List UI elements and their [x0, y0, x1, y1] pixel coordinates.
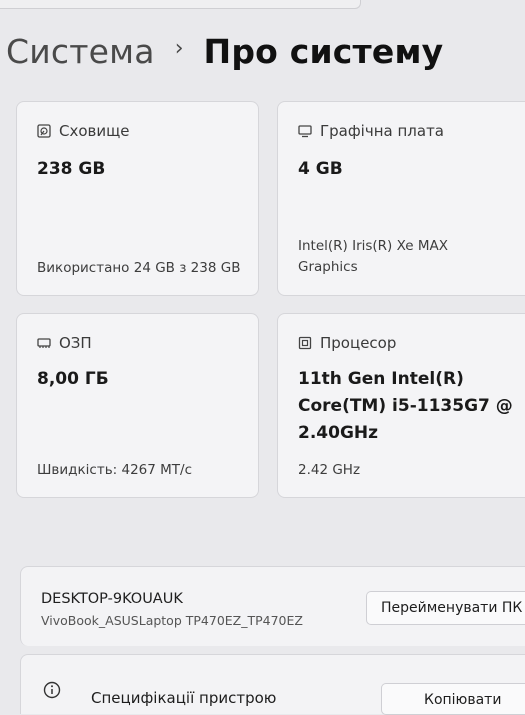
- device-name-row: DESKTOP-9KOUAUK VivoBook_ASUSLaptop TP47…: [20, 566, 525, 646]
- ram-total-value: 8,00 ГБ: [37, 369, 109, 389]
- ram-speed-text: Швидкість: 4267 MT/c: [37, 462, 192, 478]
- processor-card-header: Процесор: [298, 334, 396, 352]
- ram-card: ОЗП 8,00 ГБ Швидкість: 4267 MT/c: [16, 313, 259, 498]
- storage-card: Сховище 238 GB Використано 24 GB з 238 G…: [16, 101, 259, 296]
- rename-pc-button[interactable]: Перейменувати ПК: [366, 591, 525, 625]
- processor-card-title: Процесор: [320, 334, 397, 352]
- processor-speed-text: 2.42 GHz: [298, 462, 361, 478]
- graphics-card: Графічна плата 4 GB Intel(R) Iris(R) Xe …: [277, 101, 525, 296]
- previous-panel-edge: [0, 0, 361, 9]
- storage-icon: [37, 124, 51, 138]
- breadcrumb: Система › Про систему: [6, 32, 443, 71]
- device-name: DESKTOP-9KOUAUK: [41, 591, 183, 607]
- device-specs-label: Специфікації пристрою: [91, 689, 277, 707]
- processor-name-line1: 11th Gen Intel(R): [298, 369, 464, 389]
- memory-icon: [37, 338, 51, 348]
- graphics-model-line2: Graphics: [298, 259, 358, 275]
- graphics-memory-value: 4 GB: [298, 159, 343, 179]
- processor-name-line3: 2.40GHz: [298, 423, 379, 443]
- device-model: VivoBook_ASUSLaptop TP470EZ_TP470EZ: [41, 613, 303, 628]
- page-title: Про систему: [203, 32, 444, 71]
- ram-card-title: ОЗП: [59, 334, 92, 352]
- display-icon: [298, 125, 312, 138]
- device-specs-row[interactable]: Специфікації пристрою Копіювати: [20, 654, 525, 715]
- ram-card-header: ОЗП: [37, 334, 92, 352]
- storage-usage-text: Використано 24 GB з 238 GB: [37, 260, 241, 276]
- storage-total-value: 238 GB: [37, 159, 106, 179]
- graphics-model-line1: Intel(R) Iris(R) Xe MAX: [298, 238, 448, 254]
- processor-icon: [298, 336, 312, 350]
- graphics-card-header: Графічна плата: [298, 122, 444, 140]
- storage-card-header: Сховище: [37, 122, 129, 140]
- storage-card-title: Сховище: [59, 122, 130, 140]
- processor-card: Процесор 11th Gen Intel(R) Core(TM) i5-1…: [277, 313, 525, 498]
- info-icon: [43, 681, 61, 699]
- graphics-card-title: Графічна плата: [320, 122, 444, 140]
- breadcrumb-parent-system[interactable]: Система: [6, 32, 155, 71]
- processor-name-line2: Core(TM) i5-1135G7 @: [298, 396, 513, 416]
- breadcrumb-separator-icon: ›: [174, 36, 184, 61]
- copy-specs-button[interactable]: Копіювати: [381, 683, 525, 715]
